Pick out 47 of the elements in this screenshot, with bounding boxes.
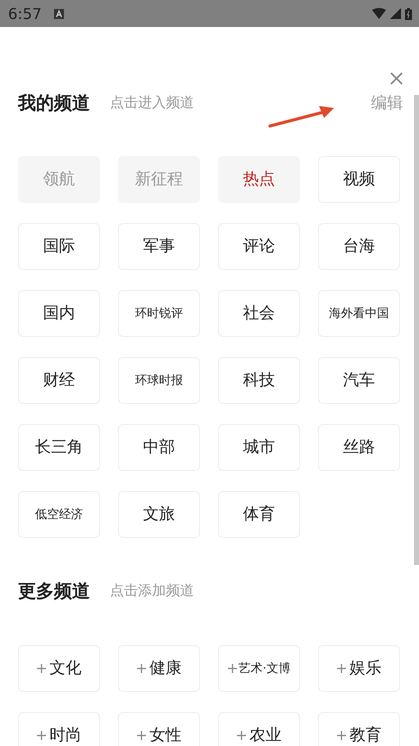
notification-icon — [54, 8, 64, 18]
battery-icon — [405, 8, 412, 20]
channel-tile[interactable]: 国际 — [18, 223, 100, 270]
signal-icon — [390, 8, 401, 19]
add-channel-tile[interactable]: 娱乐 — [318, 645, 400, 692]
add-channel-tile[interactable]: 农业 — [218, 712, 300, 746]
plus-icon — [228, 664, 237, 673]
channel-tile[interactable]: 低空经济 — [18, 491, 100, 538]
channel-tile[interactable]: 评论 — [218, 223, 300, 270]
close-icon[interactable] — [390, 72, 403, 85]
channel-tile[interactable]: 文旅 — [118, 491, 200, 538]
plus-icon — [36, 664, 46, 673]
channel-tile[interactable]: 社会 — [218, 290, 300, 337]
channel-tile[interactable]: 军事 — [118, 223, 200, 270]
channel-tile[interactable]: 丝路 — [318, 424, 400, 471]
plus-icon — [36, 731, 46, 740]
section-hint: 点击进入频道 — [110, 94, 194, 112]
channel-tile[interactable]: 热点 — [218, 156, 300, 203]
add-channel-tile[interactable]: 女性 — [118, 712, 200, 746]
channel-tile[interactable]: 台海 — [318, 223, 400, 270]
section-title: 我的频道 — [18, 92, 90, 115]
channel-tile[interactable]: 视频 — [318, 156, 400, 203]
channel-tile[interactable]: 体育 — [218, 491, 300, 538]
channel-tile[interactable]: 环球时报 — [118, 357, 200, 404]
plus-icon — [336, 664, 346, 673]
channel-tile[interactable]: 科技 — [218, 357, 300, 404]
wifi-icon — [372, 8, 386, 19]
channel-tile[interactable]: 财经 — [18, 357, 100, 404]
add-channel-tile[interactable]: 文化 — [18, 645, 100, 692]
channel-tile[interactable]: 长三角 — [18, 424, 100, 471]
channel-tile[interactable]: 中部 — [118, 424, 200, 471]
channel-tile[interactable]: 国内 — [18, 290, 100, 337]
channel-tile[interactable]: 环时锐评 — [118, 290, 200, 337]
add-channel-tile[interactable]: 艺术·文博 — [218, 645, 300, 692]
clock-text: 6:57 — [8, 4, 42, 22]
add-channel-tile[interactable]: 时尚 — [18, 712, 100, 746]
add-channel-tile[interactable]: 健康 — [118, 645, 200, 692]
plus-icon — [136, 731, 146, 740]
channel-tile[interactable]: 海外看中国 — [318, 290, 400, 337]
plus-icon — [336, 731, 346, 740]
channel-tile[interactable]: 城市 — [218, 424, 300, 471]
plus-icon — [136, 664, 146, 673]
section-hint: 点击添加频道 — [110, 582, 194, 600]
section-title: 更多频道 — [18, 580, 90, 603]
add-channel-tile[interactable]: 教育 — [318, 712, 400, 746]
plus-icon — [236, 731, 246, 740]
channel-tile[interactable]: 汽车 — [318, 357, 400, 404]
